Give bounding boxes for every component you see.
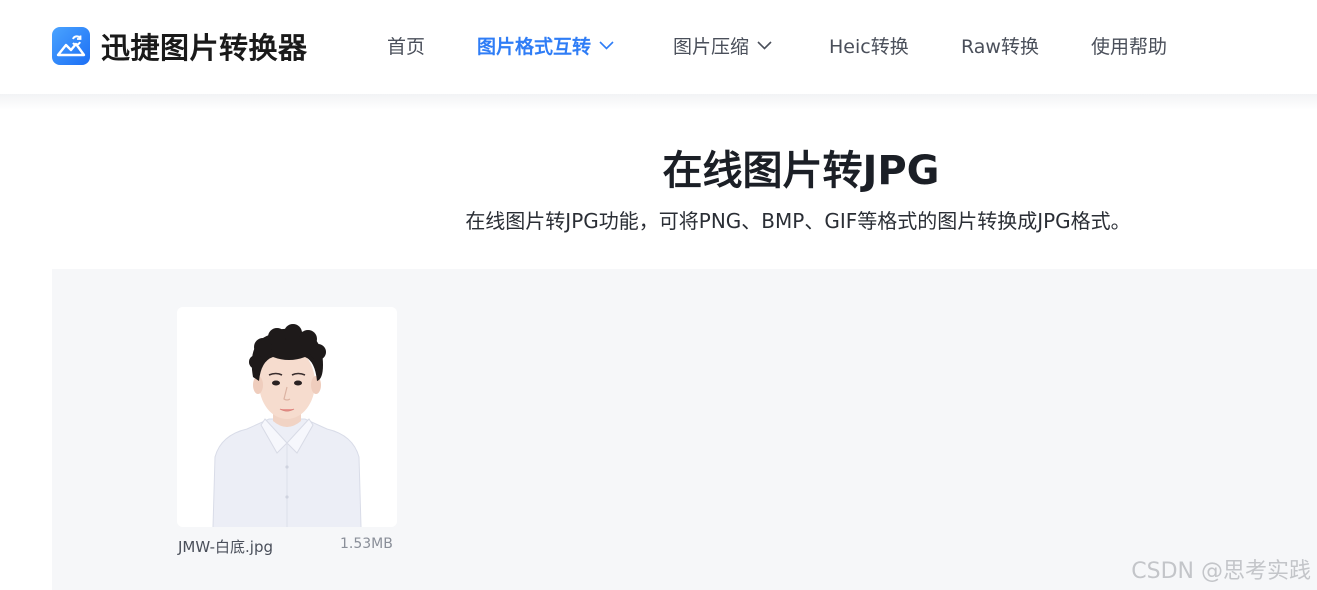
nav-item-help[interactable]: 使用帮助 (1091, 31, 1167, 59)
nav-item-compress[interactable]: 图片压缩 (673, 31, 772, 59)
page-subtitle: 在线图片转JPG功能，可将PNG、BMP、GIF等格式的图片转换成JPG格式。 (465, 209, 1131, 233)
nav-item-label: 首页 (387, 35, 426, 58)
nav-item-label: Raw转换 (961, 35, 1039, 58)
chevron-down-icon (757, 40, 772, 50)
chevron-down-icon (599, 40, 614, 50)
nav-item-label: 图片格式互转 (477, 35, 592, 58)
nav-item-label: 使用帮助 (1091, 35, 1168, 58)
header-divider (0, 94, 1317, 110)
nav-item-raw[interactable]: Raw转换 (961, 31, 1039, 59)
nav-item-format-convert[interactable]: 图片格式互转 (477, 31, 614, 59)
file-thumbnail[interactable] (177, 307, 397, 527)
nav-item-label: 图片压缩 (673, 35, 750, 58)
nav-item-heic[interactable]: Heic转换 (829, 31, 909, 59)
watermark-text: CSDN @思考实践 (1131, 559, 1311, 584)
page-title: 在线图片转JPG (662, 148, 940, 194)
nav-item-label: Heic转换 (829, 35, 909, 58)
main-nav: 首页 图片格式互转 图片压缩 Heic转换 Raw转换 使用帮助 (0, 0, 1317, 94)
file-name: JMW-白底.jpg (178, 538, 273, 556)
file-work-area[interactable]: JMW-白底.jpg 1.53MB (52, 269, 1317, 590)
file-size: 1.53MB (340, 536, 393, 552)
top-header: 迅捷图片转换器 首页 图片格式互转 图片压缩 Heic转换 Raw转换 使用帮助 (0, 0, 1317, 94)
nav-item-home[interactable]: 首页 (387, 31, 425, 59)
portrait-photo-thumbnail (177, 307, 397, 527)
